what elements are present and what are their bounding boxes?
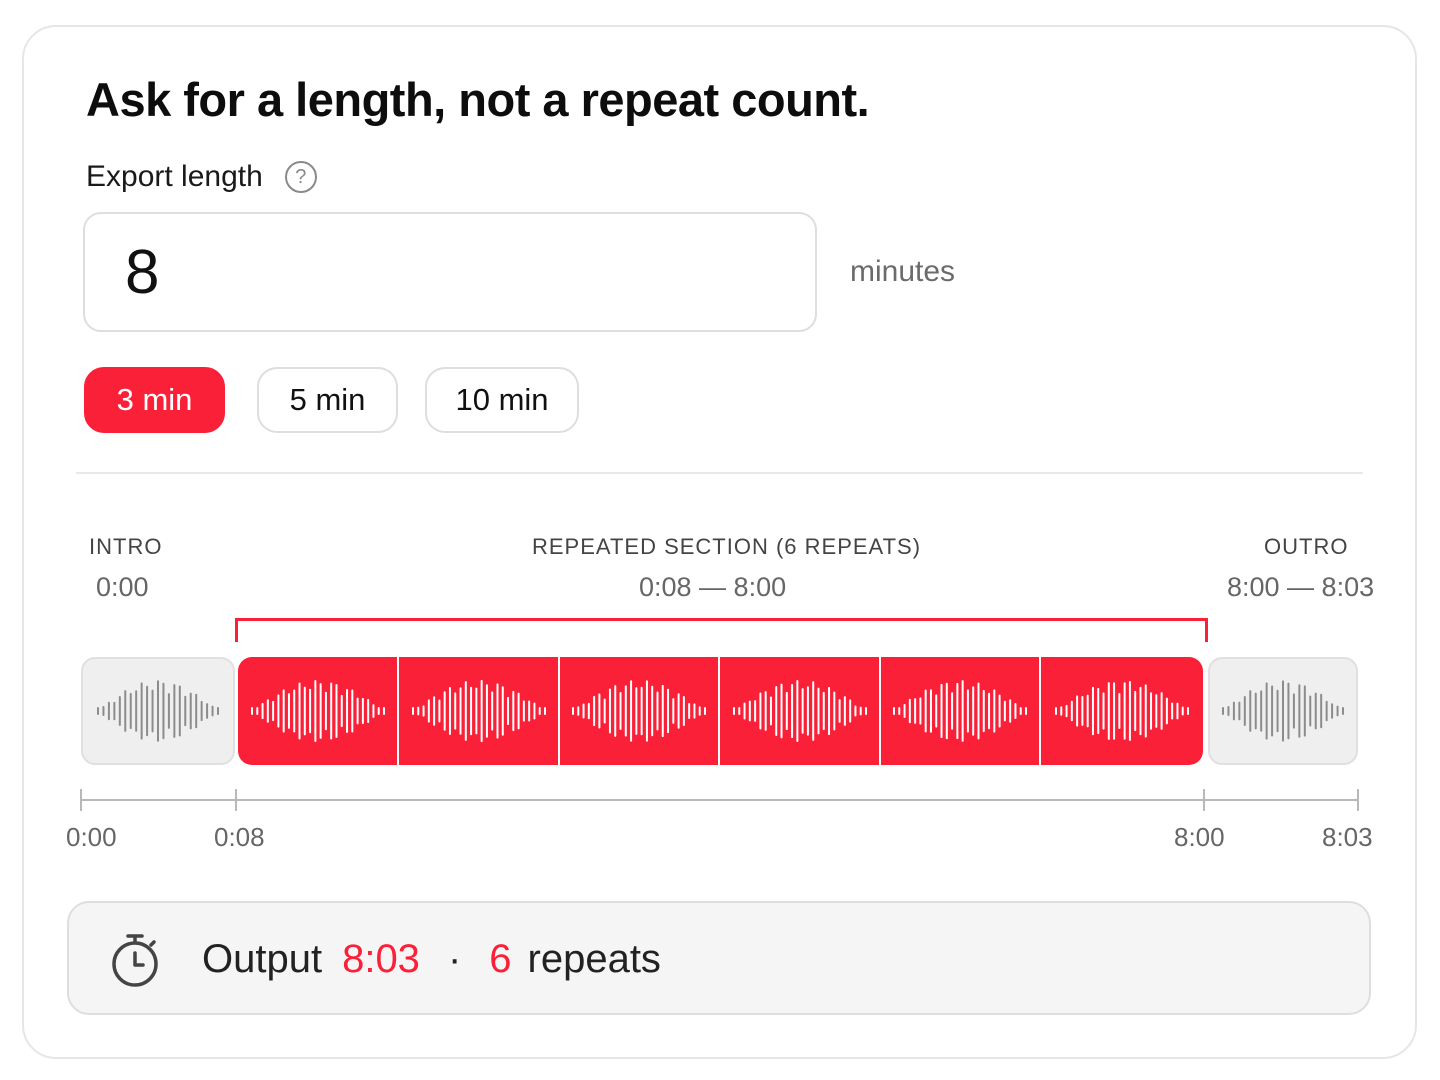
outro-label: OUTRO [1264, 534, 1349, 559]
axis-tick-label: 0:00 [66, 822, 117, 852]
outro-block[interactable] [1208, 657, 1358, 765]
preset-5-min-button[interactable]: 5 min [257, 367, 398, 433]
waveform-icon [250, 680, 385, 742]
intro-time: 0:00 [96, 572, 149, 602]
repeated-section-label: REPEATED SECTION (6 REPEATS) [532, 534, 922, 559]
repeated-section-bracket [235, 618, 1208, 642]
axis-tick-label: 8:03 [1322, 822, 1373, 852]
stopwatch-icon [112, 934, 158, 987]
repeat-block[interactable] [881, 657, 1039, 765]
repeat-block[interactable] [238, 657, 397, 765]
axis-tick [80, 789, 82, 811]
output-text: Output 8:03 · 6 repeats [202, 937, 661, 982]
export-length-label: Export length [86, 160, 263, 193]
waveform-icon [97, 680, 219, 742]
waveform-icon [893, 680, 1027, 742]
divider [76, 472, 1363, 474]
output-repeats-label: repeats [527, 937, 661, 981]
repeat-block[interactable] [1041, 657, 1203, 765]
repeat-block[interactable] [560, 657, 718, 765]
axis-tick [1357, 789, 1359, 811]
waveform-icon [572, 680, 706, 742]
intro-block[interactable] [81, 657, 235, 765]
axis-tick-label: 8:00 [1174, 822, 1225, 852]
waveform-icon [1222, 680, 1344, 742]
axis-tick-label: 0:08 [214, 822, 265, 852]
output-duration: 8:03 [342, 937, 420, 981]
time-axis [80, 799, 1359, 801]
axis-tick [1203, 789, 1205, 811]
intro-label: INTRO [89, 534, 163, 559]
repeated-section-time: 0:08 — 8:00 [639, 572, 787, 602]
separator-dot: · [447, 937, 462, 981]
output-summary: Output 8:03 · 6 repeats [67, 901, 1371, 1015]
preset-3-min-button[interactable]: 3 min [84, 367, 225, 433]
output-repeats-count: 6 [489, 937, 512, 981]
export-length-label-row: Export length ? [86, 160, 317, 194]
question-circle-icon[interactable]: ? [284, 161, 317, 193]
unit-label: minutes [850, 255, 956, 288]
output-label: Output [202, 937, 323, 981]
export-length-input[interactable] [83, 212, 817, 332]
waveform-icon [732, 679, 867, 743]
page-title: Ask for a length, not a repeat count. [86, 73, 870, 126]
axis-tick [235, 789, 237, 811]
outro-time: 8:00 — 8:03 [1227, 572, 1375, 602]
repeat-block[interactable] [720, 657, 879, 765]
preset-10-min-button[interactable]: 10 min [425, 367, 579, 433]
waveform-icon [1055, 680, 1189, 742]
waveform-icon [411, 679, 546, 743]
repeat-block[interactable] [399, 657, 558, 765]
